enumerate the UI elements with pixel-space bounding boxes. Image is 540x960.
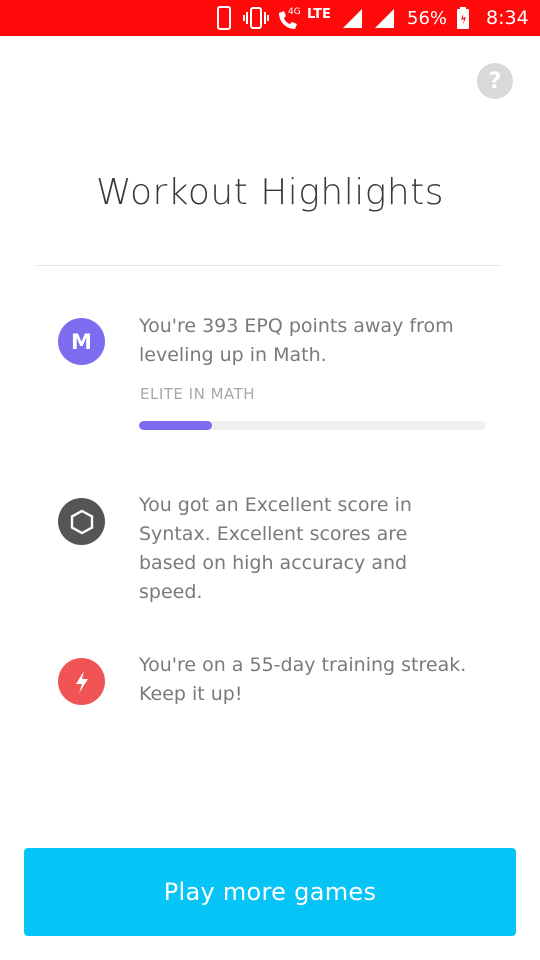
question-icon: ?	[488, 68, 502, 94]
page-title: Workout Highlights	[95, 172, 445, 213]
level-progress-bar	[139, 421, 486, 430]
help-button[interactable]: ?	[477, 63, 513, 99]
vibrate-icon	[243, 0, 269, 36]
highlight-text-streak: You're on a 55-day training streak. Keep…	[139, 654, 467, 705]
battery-percent: 56%	[407, 7, 448, 29]
math-badge-icon: M	[58, 318, 105, 365]
highlight-text-math: You're 393 EPQ points away from leveling…	[139, 315, 454, 366]
call-icon: 4G	[275, 0, 305, 36]
divider	[36, 265, 501, 266]
svg-text:4G: 4G	[288, 7, 301, 17]
lightning-icon	[58, 658, 105, 705]
hexagon-icon	[58, 498, 105, 545]
signal-icon	[341, 0, 363, 36]
lte-indicator: LTE	[307, 6, 331, 22]
signal-icon	[373, 0, 395, 36]
level-label: ELITE IN MATH	[140, 385, 256, 403]
level-progress-fill	[139, 421, 212, 430]
battery-icon	[456, 0, 470, 36]
phone-icon	[216, 0, 232, 36]
clock: 8:34	[486, 7, 529, 29]
play-more-games-button[interactable]: Play more games	[24, 848, 516, 936]
status-bar: 4G LTE 56% 8:34	[0, 0, 540, 36]
highlight-text-syntax: You got an Excellent score in Syntax. Ex…	[139, 494, 412, 603]
